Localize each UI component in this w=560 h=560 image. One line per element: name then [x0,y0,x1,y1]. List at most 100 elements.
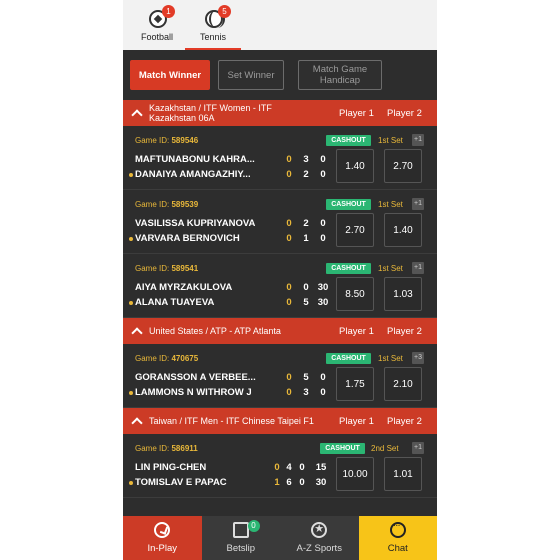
player1-name: MAFTUNABONU KAHRA... [135,154,255,165]
player2-name: LAMMONS N WITHROW J [135,387,252,398]
tab-football-label: Football [140,32,174,42]
score-p1-games: 2 [303,218,309,229]
chevron-up-icon[interactable] [131,327,143,339]
cashout-badge[interactable]: CASHOUT [326,199,371,210]
nav-betslip-label: Betslip [226,543,255,554]
nav-az-sports[interactable]: A-Z Sports [280,516,359,560]
serve-indicator [129,481,133,485]
set-indicator: 1st Set [378,200,403,209]
inplay-icon [154,522,171,538]
set-indicator: 1st Set [378,264,403,273]
score-p2-games: 2 [303,169,309,180]
more-markets-button[interactable]: +1 [412,134,424,146]
league-name: United States / ATP - ATP Atlanta [149,326,281,336]
match-row: Game ID: 586911 CASHOUT 2nd Set +1 LIN P… [123,434,437,498]
bottom-nav: In-Play 0 Betslip A-Z Sports Chat [123,516,437,560]
player2-name: TOMISLAV E PAPAC [135,477,227,488]
odds-player2-button[interactable]: 1.40 [384,213,422,247]
nav-inplay[interactable]: In-Play [123,516,202,560]
score-p2-sets: 0 [286,387,292,398]
league-header-kazakhstan[interactable]: Kazakhstan / ITF Women - ITF Kazakhstan … [123,100,437,126]
player2-name: DANAIYA AMANGAZHIY... [135,169,251,180]
player2-name: ALANA TUAYEVA [135,297,215,308]
league-name: Taiwan / ITF Men - ITF Chinese Taipei F1 [149,416,314,426]
score-p2-points: 0 [320,387,326,398]
cashout-badge[interactable]: CASHOUT [326,135,371,146]
game-id: Game ID: 589539 [135,200,199,209]
chat-bubble-icon [389,520,406,538]
tennis-count-badge: 5 [218,5,231,18]
odds-player1-button[interactable]: 10.00 [336,457,374,491]
match-row: Game ID: 589546 CASHOUT 1st Set +1 MAFTU… [123,126,437,190]
cashout-badge[interactable]: CASHOUT [326,353,371,364]
league-header-united-states[interactable]: United States / ATP - ATP Atlanta Player… [123,318,437,344]
cashout-badge[interactable]: CASHOUT [320,443,365,454]
set-indicator: 1st Set [378,136,403,145]
score-p1-points: 15 [315,462,327,473]
score-p2-points: 0 [320,169,326,180]
chevron-up-icon[interactable] [131,417,143,429]
more-markets-button[interactable]: +1 [412,442,424,454]
market-selector: Match Winner Set Winner Match Game Handi… [123,50,437,100]
score-p2-games: 0 [299,477,305,488]
odds-player1-button[interactable]: 1.40 [336,149,374,183]
nav-chat[interactable]: Chat [358,516,437,560]
score-p2-sets: 0 [286,169,292,180]
match-row: Game ID: 589541 CASHOUT 1st Set +1 AIYA … [123,254,437,318]
score-p1-sets: 0 [286,282,292,293]
odds-player2-button[interactable]: 2.70 [384,149,422,183]
odds-player2-button[interactable]: 1.01 [384,457,422,491]
game-id: Game ID: 589546 [135,136,199,145]
nav-chat-label: Chat [387,543,408,554]
market-match-winner-button[interactable]: Match Winner [130,60,210,90]
score-p2-points: 0 [320,233,326,244]
more-markets-button[interactable]: +1 [412,262,424,274]
match-row: Game ID: 470675 CASHOUT 1st Set +3 GORAN… [123,344,437,408]
player1-name: GORANSSON A VERBEE... [135,372,256,383]
serve-indicator [129,173,133,177]
sport-tabs: 1 Football 5 Tennis [123,0,437,50]
more-markets-button[interactable]: +1 [412,198,424,210]
score-p1-points: 0 [320,154,326,165]
player1-name: AIYA MYRZAKULOVA [135,282,233,293]
chevron-up-icon[interactable] [131,109,143,121]
set-indicator: 2nd Set [371,444,399,453]
betslip-icon [232,522,249,538]
star-icon [311,522,328,538]
odds-player1-button[interactable]: 8.50 [336,277,374,311]
more-markets-button[interactable]: +3 [412,352,424,364]
odds-player2-button[interactable]: 2.10 [384,367,422,401]
match-row: Game ID: 589539 CASHOUT 1st Set +1 VASIL… [123,190,437,254]
player1-name: VASILISSA KUPRIYANOVA [135,218,256,229]
nav-betslip[interactable]: 0 Betslip [202,516,281,560]
serve-indicator [129,301,133,305]
tab-football[interactable]: 1 Football [129,0,185,50]
player2-column-header: Player 2 [387,415,422,427]
score-p1-sets: 0 [286,372,292,383]
score-p1-games: 0 [299,462,305,473]
score-p2-points: 30 [315,477,327,488]
market-handicap-button[interactable]: Match Game Handicap [298,60,382,90]
score-p1-points: 30 [317,282,329,293]
serve-indicator [129,237,133,241]
player1-column-header: Player 1 [339,107,374,119]
game-id: Game ID: 470675 [135,354,199,363]
player2-name: VARVARA BERNOVICH [135,233,240,244]
nav-inplay-label: In-Play [147,543,178,554]
set-indicator: 1st Set [378,354,403,363]
game-id: Game ID: 589541 [135,264,199,273]
nav-az-label: A-Z Sports [296,543,342,554]
league-header-taiwan[interactable]: Taiwan / ITF Men - ITF Chinese Taipei F1… [123,408,437,434]
score-p1-games: 0 [303,282,309,293]
odds-player1-button[interactable]: 1.75 [336,367,374,401]
score-p1-points: 0 [320,218,326,229]
odds-player2-button[interactable]: 1.03 [384,277,422,311]
market-set-winner-button[interactable]: Set Winner [218,60,284,90]
score-p2-sets: 0 [286,233,292,244]
odds-player1-button[interactable]: 2.70 [336,213,374,247]
score-p1-sets: 0 [286,154,292,165]
cashout-badge[interactable]: CASHOUT [326,263,371,274]
tab-tennis-label: Tennis [199,32,226,42]
tab-tennis[interactable]: 5 Tennis [185,0,241,50]
game-id: Game ID: 586911 [135,444,198,453]
